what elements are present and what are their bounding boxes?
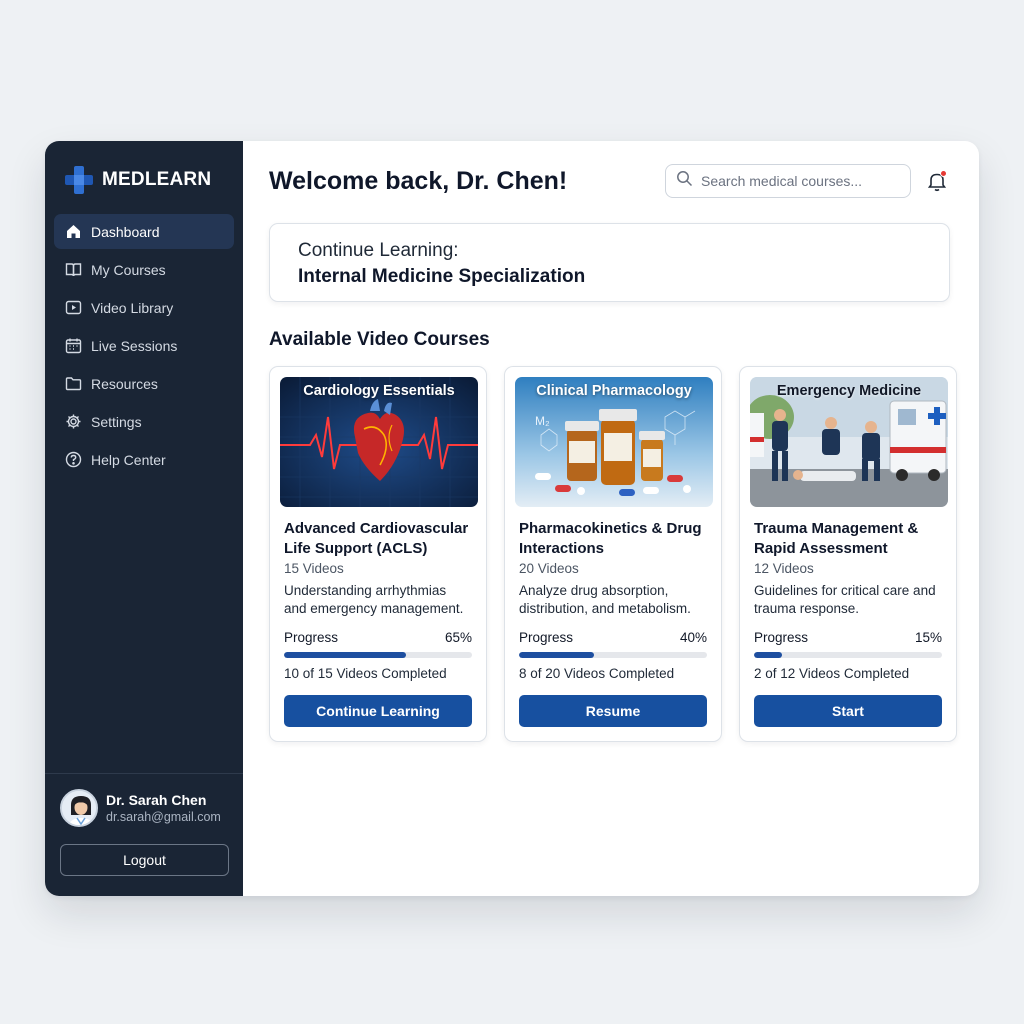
sidebar: MEDLEARN Dashboard My Courses Video Libr… <box>45 141 243 896</box>
sidebar-nav: Dashboard My Courses Video Library Live … <box>54 214 234 480</box>
thumbnail-title: Emergency Medicine <box>776 383 922 399</box>
search-icon <box>676 170 693 192</box>
continue-learning-card[interactable]: Continue Learning: Internal Medicine Spe… <box>269 223 950 302</box>
start-button[interactable]: Start <box>754 695 942 727</box>
course-cards: Cardiology Essentials Advanced Cardiovas… <box>269 366 957 742</box>
progress-bar <box>519 652 707 658</box>
progress-percent: 65% <box>444 630 472 645</box>
progress-percent: 15% <box>914 630 942 645</box>
course-title[interactable]: Advanced Cardiovascular Life Support (AC… <box>284 519 472 559</box>
sidebar-item-label: My Courses <box>91 261 166 278</box>
sidebar-item-dashboard[interactable]: Dashboard <box>54 214 234 249</box>
user-email: dr.sarah@gmail.com <box>106 810 221 824</box>
sidebar-item-live-sessions[interactable]: Live Sessions <box>54 328 234 363</box>
brand-name: MEDLEARN <box>102 169 212 190</box>
play-icon <box>65 299 82 316</box>
logout-button[interactable]: Logout <box>60 844 229 876</box>
user-name: Dr. Sarah Chen <box>106 792 207 808</box>
progress-percent: 40% <box>679 630 707 645</box>
progress-bar-fill <box>754 652 783 658</box>
resume-button[interactable]: Resume <box>519 695 707 727</box>
course-thumbnail-pharmacology: M₂ Clinical Pharmacology <box>515 377 713 507</box>
continue-learning-course: Internal Medicine Specialization <box>298 266 586 287</box>
course-description: Analyze drug absorption, distribution, a… <box>519 583 691 616</box>
course-description: Understanding arrhythmias and emergency … <box>284 583 464 616</box>
search-input[interactable] <box>701 173 901 189</box>
progress-bar <box>284 652 472 658</box>
progress-bar <box>754 652 942 658</box>
sidebar-item-label: Dashboard <box>91 223 160 240</box>
user-profile[interactable]: Dr. Sarah Chen dr.sarah@gmail.com <box>60 789 221 827</box>
course-thumbnail-emergency: Emergency Medicine <box>750 377 948 507</box>
help-icon <box>65 451 82 468</box>
calendar-icon <box>65 337 82 354</box>
brand[interactable]: MEDLEARN <box>64 165 211 195</box>
sidebar-item-label: Help Center <box>91 451 166 468</box>
gear-icon <box>65 413 82 430</box>
sidebar-item-label: Resources <box>91 375 158 392</box>
svg-text:M₂: M₂ <box>535 414 550 428</box>
folder-icon <box>65 375 82 392</box>
progress-bar-fill <box>519 652 595 658</box>
course-card-emergency: Emergency Medicine Trauma Management & R… <box>739 366 957 742</box>
videos-completed: 2 of 12 Videos Completed <box>754 666 910 681</box>
videos-completed: 10 of 15 Videos Completed <box>284 666 447 681</box>
medical-cross-logo-icon <box>64 165 94 195</box>
progress-label: Progress <box>519 630 574 645</box>
notification-bell-icon[interactable] <box>925 169 949 193</box>
course-card-cardiology: Cardiology Essentials Advanced Cardiovas… <box>269 366 487 742</box>
thumbnail-title: Cardiology Essentials <box>303 383 455 399</box>
sidebar-item-label: Settings <box>91 413 142 430</box>
main-content: Welcome back, Dr. Chen! Continue Learnin… <box>243 141 979 896</box>
sidebar-item-resources[interactable]: Resources <box>54 366 234 401</box>
course-thumbnail-cardiology: Cardiology Essentials <box>280 377 478 507</box>
avatar <box>60 789 98 827</box>
progress-label: Progress <box>754 630 809 645</box>
course-description: Guidelines for critical care and trauma … <box>754 583 936 616</box>
course-card-pharmacology: M₂ Clinical Pharmacology Pharmacokinetic… <box>504 366 722 742</box>
course-title[interactable]: Trauma Management & Rapid Assessment <box>754 519 942 559</box>
course-video-count: 12 Videos <box>754 561 814 576</box>
course-video-count: 20 Videos <box>519 561 579 576</box>
progress-row: Progress 40% <box>519 630 707 645</box>
book-icon <box>65 261 82 278</box>
page-title: Welcome back, Dr. Chen! <box>269 167 568 195</box>
sidebar-item-my-courses[interactable]: My Courses <box>54 252 234 287</box>
progress-row: Progress 15% <box>754 630 942 645</box>
course-video-count: 15 Videos <box>284 561 344 576</box>
search-bar[interactable] <box>665 164 911 198</box>
sidebar-divider <box>45 773 243 774</box>
sidebar-item-settings[interactable]: Settings <box>54 404 234 439</box>
continue-learning-label: Continue Learning: <box>298 240 459 261</box>
sidebar-item-help-center[interactable]: Help Center <box>54 442 234 477</box>
progress-row: Progress 65% <box>284 630 472 645</box>
sidebar-item-video-library[interactable]: Video Library <box>54 290 234 325</box>
thumbnail-title: Clinical Pharmacology <box>536 383 692 399</box>
progress-bar-fill <box>284 652 407 658</box>
videos-completed: 8 of 20 Videos Completed <box>519 666 675 681</box>
home-icon <box>65 223 82 240</box>
app-window: MEDLEARN Dashboard My Courses Video Libr… <box>45 141 979 896</box>
sidebar-item-label: Video Library <box>91 299 174 316</box>
sidebar-item-label: Live Sessions <box>91 337 178 354</box>
continue-learning-button[interactable]: Continue Learning <box>284 695 472 727</box>
section-title: Available Video Courses <box>269 329 490 350</box>
progress-label: Progress <box>284 630 339 645</box>
course-title[interactable]: Pharmacokinetics & Drug Interactions <box>519 519 707 559</box>
